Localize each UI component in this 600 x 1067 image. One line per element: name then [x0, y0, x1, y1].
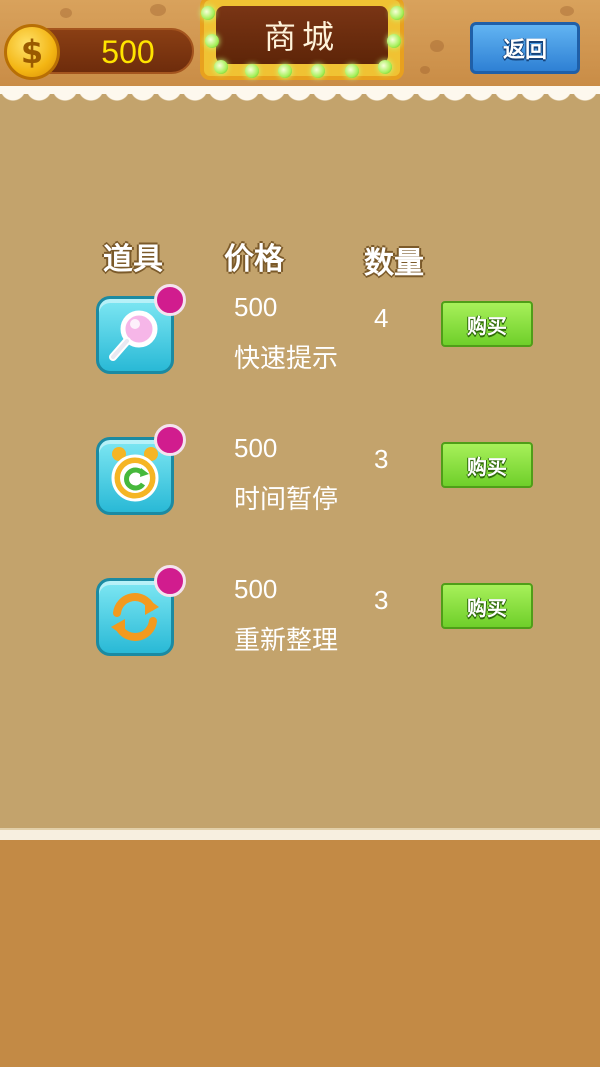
item-name: 时间暂停 — [234, 485, 339, 515]
title-panel: 商城 — [216, 6, 388, 64]
bottom-area — [0, 840, 600, 1067]
item-quantity: 3 — [374, 444, 389, 474]
buy-button-quick-hint[interactable]: 购买 — [441, 301, 533, 347]
scallop-border — [0, 88, 600, 112]
marquee-bulb — [345, 64, 359, 78]
cookie-crumb — [420, 66, 430, 74]
item-name: 快速提示 — [234, 344, 339, 374]
marquee-bulb — [278, 64, 292, 78]
item-price: 500 — [234, 433, 278, 463]
marquee-bulb — [387, 34, 401, 48]
marquee-bulb — [214, 60, 228, 74]
buy-button-reshuffle[interactable]: 购买 — [441, 583, 533, 629]
marquee-bulb — [311, 64, 325, 78]
marquee-bulb — [390, 6, 404, 20]
panel-bottom-edge — [0, 828, 600, 840]
item-price: 500 — [234, 292, 278, 322]
item-quantity: 4 — [374, 303, 389, 333]
coin-count: 500 — [101, 34, 155, 70]
item-quantity: 3 — [374, 585, 389, 615]
cookie-crumb — [430, 40, 444, 52]
title-sign: 商城 — [200, 0, 404, 80]
coin-icon: $ — [4, 24, 60, 80]
item-name: 重新整理 — [234, 626, 339, 656]
back-button[interactable]: 返回 — [470, 22, 580, 74]
notification-badge — [154, 284, 186, 316]
notification-badge — [154, 424, 186, 456]
marquee-bulb — [205, 34, 219, 48]
page-title: 商城 — [263, 18, 340, 56]
marquee-bulb — [201, 6, 215, 20]
marquee-bulb — [378, 60, 392, 74]
buy-button-time-pause[interactable]: 购买 — [441, 442, 533, 488]
cookie-crumb — [560, 6, 574, 16]
item-price: 500 — [234, 574, 278, 604]
marquee-bulb — [245, 64, 259, 78]
cookie-crumb — [60, 8, 72, 18]
column-header-price: 价格 — [224, 242, 284, 277]
cookie-crumb — [150, 4, 166, 16]
notification-badge — [154, 565, 186, 597]
column-header-item: 道具 — [103, 242, 163, 277]
column-header-quantity: 数量 — [364, 246, 424, 281]
